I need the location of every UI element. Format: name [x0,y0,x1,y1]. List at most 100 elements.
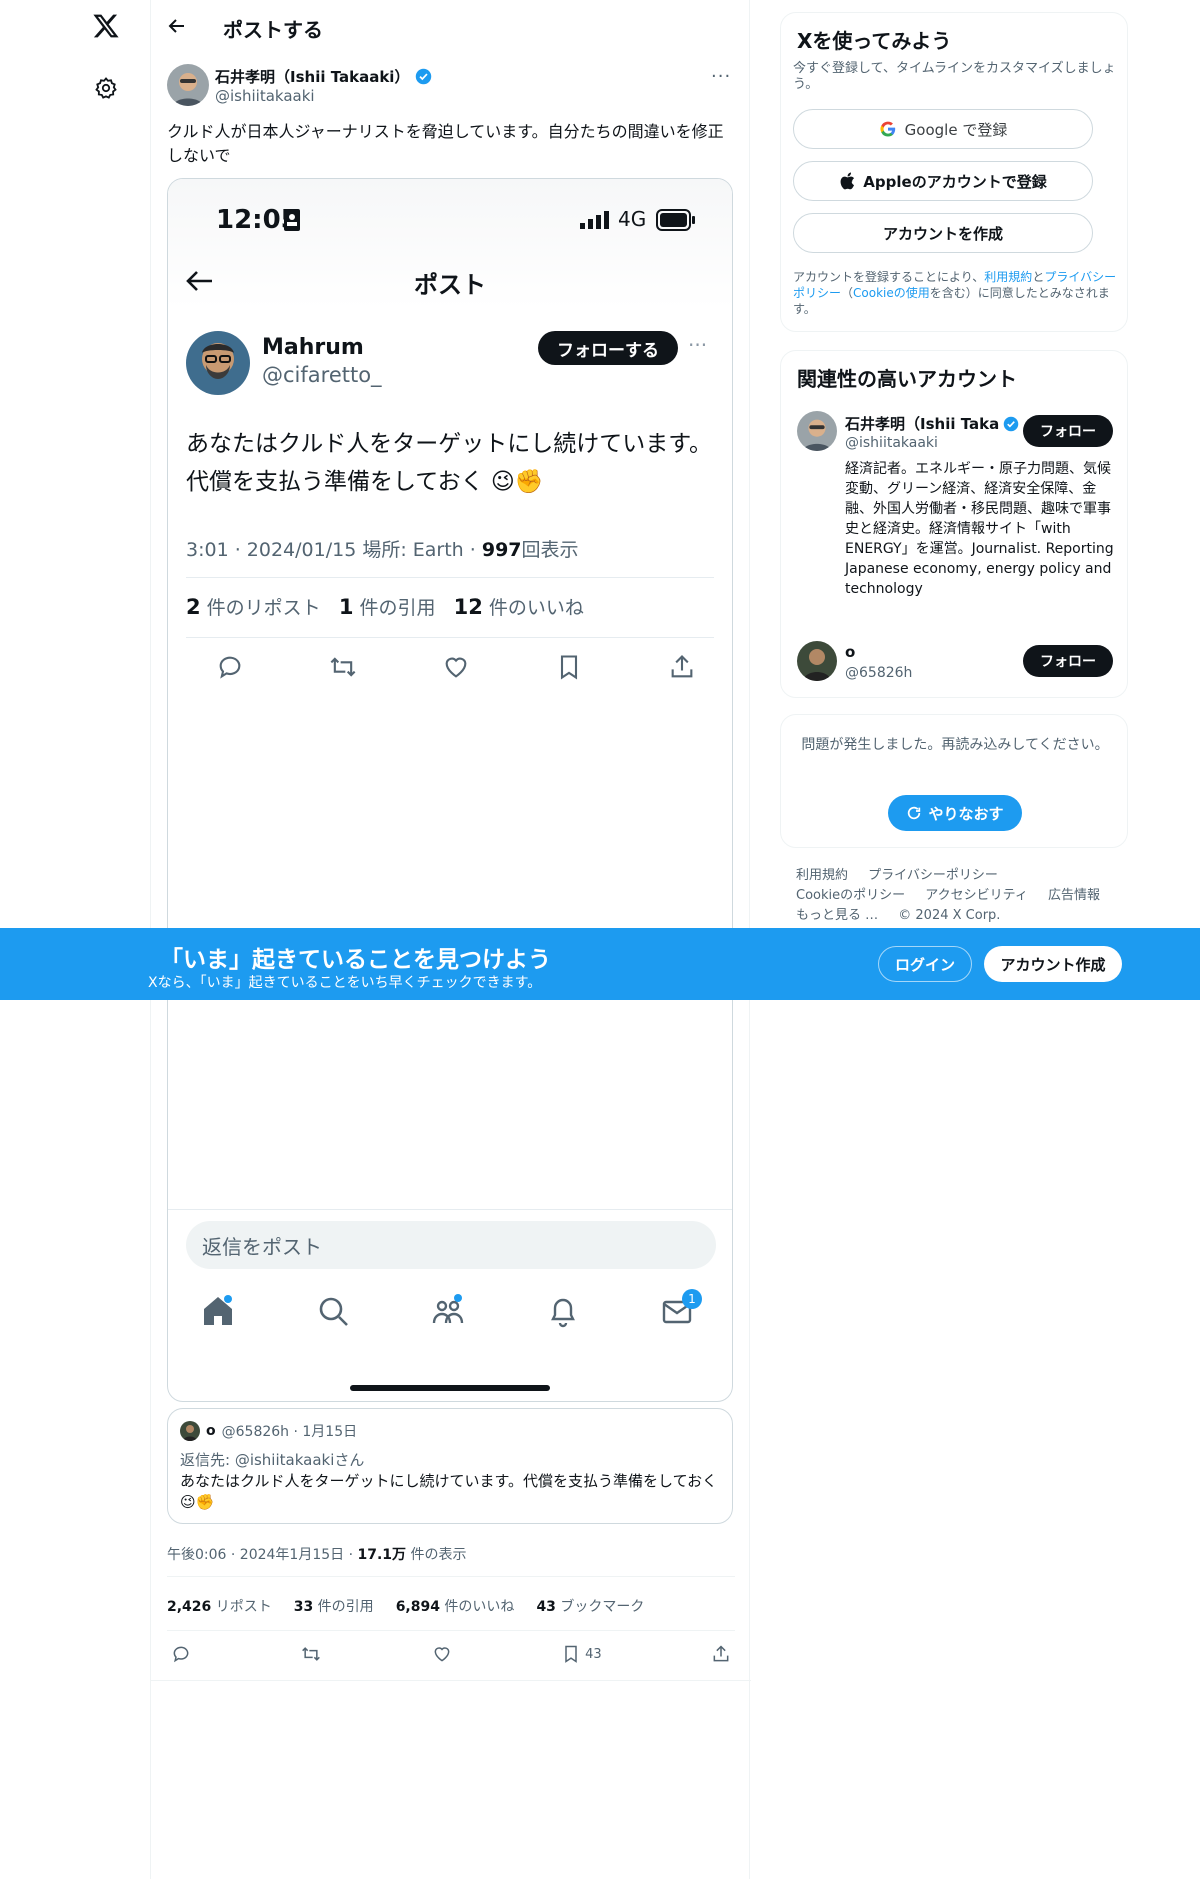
terms-link[interactable]: 利用規約 [984,270,1032,284]
follow-button[interactable]: フォロー [1023,645,1113,677]
divider [167,1576,735,1577]
footer-link-terms[interactable]: 利用規約 [796,868,848,883]
copyright: © 2024 X Corp. [898,908,1001,923]
media-card[interactable]: 12:05 4G ポスト Mahrum @cifaretto_ フォローする ·… [167,178,733,1402]
post-meta-time[interactable]: 午後0:06 · 2024年1月15日 · [167,1547,358,1563]
banner-subtitle: Xなら、「いま」起きていることをいち早くチェックできます。 [148,975,542,991]
refresh-icon [906,805,922,821]
message-count-badge: 1 [682,1289,702,1309]
stat-label: 件の引用 [313,1599,374,1615]
signup-button[interactable]: アカウント作成 [984,946,1122,982]
repost-icon[interactable] [300,1644,322,1664]
footer-link-privacy[interactable]: プライバシーポリシー [868,868,998,883]
x-logo-icon[interactable] [88,8,124,44]
likes-stat[interactable]: 6,894 件のいいね [396,1596,515,1616]
apple-logo-icon [839,172,855,190]
bookmark-count: 43 [585,1646,602,1662]
more-options-icon[interactable]: ··· [711,66,735,87]
reposts-stat[interactable]: 2,426 リポスト [167,1596,272,1616]
stat-num: 33 [293,1599,314,1615]
back-arrow-icon[interactable] [167,12,191,40]
page-title: ポストする [223,18,323,42]
avatar[interactable] [167,64,209,106]
account-handle[interactable]: @65826h [845,665,912,681]
more-options-icon: ··· [688,333,708,357]
share-icon[interactable] [711,1644,731,1664]
inner-likes-num: 12 [453,595,483,619]
inner-author-handle: @cifaretto_ [262,363,382,387]
error-message: 問題が発生しました。再読み込みしてください。 [801,737,1109,753]
post-text: クルド人が日本人ジャーナリストを脅迫しています。自分たちの間違いを修正しないで [167,122,724,165]
signup-box: Xを使ってみよう 今すぐ登録して、タイムラインをカスタマイズしましょう。 Goo… [780,12,1128,332]
like-icon [442,653,470,681]
gear-icon[interactable] [88,70,124,106]
network-type: 4G [618,207,647,231]
apple-signup-button[interactable]: Appleのアカウントで登録 [793,161,1093,201]
author-handle[interactable]: @ishiitakaaki [215,87,315,105]
account-handle[interactable]: @ishiitakaaki [845,435,938,451]
inner-post-stats: 2 件のリポスト 1 件の引用 12 件のいいね [186,593,584,620]
quoted-post-text: あなたはクルド人をターゲットにし続けています。代償を支払う準備をしておく 😉✊ [180,1472,718,1511]
author-name[interactable]: 石井孝明（Ishii Takaaki） [215,66,432,87]
cookie-link[interactable]: Cookieの使用 [853,286,930,300]
footer-links: 利用規約 プライバシーポリシー Cookieのポリシー アクセシビリティ 広告情… [796,866,1136,926]
retry-label: やりなおす [928,804,1004,823]
google-signup-label: Google で登録 [904,120,1008,139]
footer-link-ads[interactable]: 広告情報 [1048,888,1100,903]
apple-signup-label: Appleのアカウントで登録 [863,172,1047,191]
phone-status-bar: 12:05 4G ポスト [168,179,732,309]
account-name[interactable]: o [845,643,855,661]
divider [167,1630,735,1631]
follow-button[interactable]: フォロー [1023,415,1113,447]
notifications-icon [543,1291,583,1331]
divider [186,577,714,578]
footer-row: Cookieのポリシー アクセシビリティ 広告情報 [796,886,1136,906]
bookmarks-stat[interactable]: 43 ブックマーク [536,1596,644,1616]
avatar[interactable] [797,641,837,681]
phone-tab-bar: 1 [198,1289,702,1331]
bookmark-icon [561,1644,581,1664]
inner-quotes-label: 件の引用 [359,597,436,619]
google-signup-button[interactable]: Google で登録 [793,109,1093,149]
home-indicator [350,1385,550,1391]
footer-row: 利用規約 プライバシーポリシー [796,866,1136,886]
account-name-text: 石井孝明（Ishii Taka [845,415,1000,433]
inner-quotes-num: 1 [338,595,354,619]
terms-text: （ [841,286,854,300]
account-bio: 経済記者。エネルギー・原子力問題、気候変動、グリーン経済、経済安全保障、金融、外… [845,461,1114,597]
google-logo-icon [879,120,897,138]
retry-button[interactable]: やりなおす [888,795,1022,831]
quoted-handle-date: @65826h · 1月15日 [221,1424,358,1440]
reply-icon[interactable] [171,1644,191,1664]
inner-post-meta: 3:01 · 2024/01/15 場所: Earth · 997回表示 [186,535,579,562]
account-name[interactable]: 石井孝明（Ishii Taka [845,413,1019,434]
footer-link-more[interactable]: もっと見る … [796,908,878,923]
quoted-post[interactable]: o @65826h · 1月15日 返信先: @ishiitakaakiさん あ… [167,1408,733,1524]
sim-icon [284,209,300,231]
banner-title: 「いま」起きていることを見つけよう [160,947,551,973]
signup-terms: アカウントを登録することにより、利用規約とプライバシーポリシー（Cookieの使… [793,269,1123,317]
avatar[interactable] [797,411,837,451]
repost-icon [329,653,357,681]
divider [168,1209,732,1210]
create-account-button[interactable]: アカウントを作成 [793,213,1093,253]
footer-link-cookie[interactable]: Cookieのポリシー [796,888,905,903]
stat-num: 2,426 [167,1599,212,1615]
bookmark-button[interactable]: 43 [561,1644,602,1664]
bookmark-icon [555,653,583,681]
divider [186,637,714,638]
communities-icon [428,1291,468,1331]
author-name-text: 石井孝明（Ishii Takaaki） [215,68,410,86]
inner-meta-views: 997 [481,539,522,561]
search-icon [313,1291,353,1331]
footer-link-accessibility[interactable]: アクセシビリティ [925,888,1028,903]
login-button[interactable]: ログイン [878,946,972,982]
divider [151,1680,751,1681]
inner-author-name: Mahrum [262,335,364,360]
inner-meta-time: 3:01 · 2024/01/15 場所: Earth · [186,539,482,561]
post-meta-views-label: 件の表示 [406,1547,467,1563]
like-icon[interactable] [432,1644,452,1664]
quotes-stat[interactable]: 33 件の引用 [294,1596,374,1616]
signup-subtitle: 今すぐ登録して、タイムラインをカスタマイズしましょう。 [793,61,1116,92]
back-arrow-icon [184,269,214,293]
